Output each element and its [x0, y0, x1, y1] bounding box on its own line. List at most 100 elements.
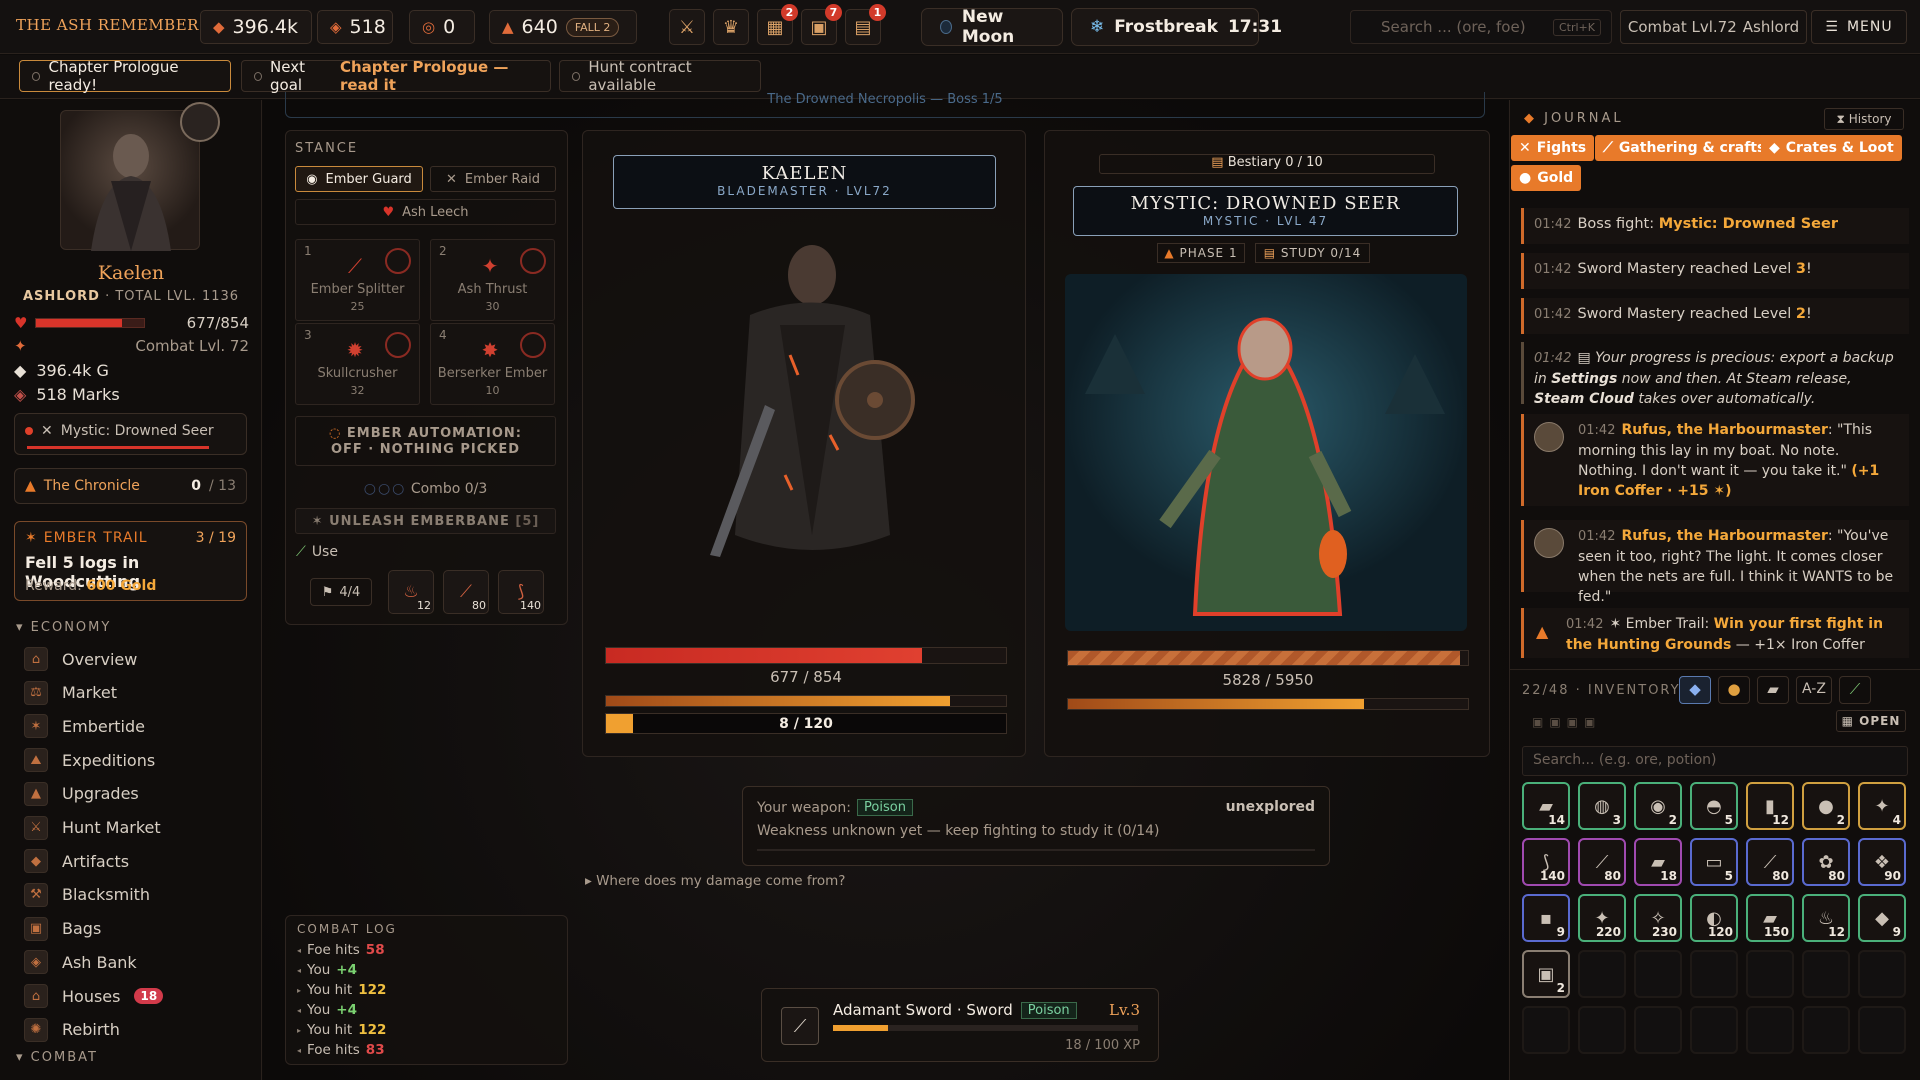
equipped-weapon-card[interactable]: ⟋ Adamant Sword · Sword Poison Lv.3 18 / …	[761, 988, 1159, 1062]
combat-level-chip[interactable]: Combat Lvl.72 Ashlord	[1620, 10, 1807, 44]
economy-header[interactable]: ▾ ECONOMY	[16, 620, 111, 635]
inv-sort-az[interactable]: A-Z	[1796, 676, 1832, 704]
history-button[interactable]: ⧗ History	[1824, 108, 1904, 130]
filter-gold[interactable]: ● Gold	[1511, 165, 1582, 191]
gold-stat[interactable]: ◆ 396.4k	[200, 10, 312, 44]
menu-button[interactable]: ☰ MENU	[1811, 10, 1907, 44]
inventory-slot[interactable]: ▰ 14	[1522, 782, 1570, 830]
ember-automation-toggle[interactable]: ◌ EMBER AUTOMATION: OFF · NOTHING PICKED	[295, 416, 556, 466]
sidebar-item-houses[interactable]: ⌂ Houses 18	[24, 981, 164, 1011]
inventory-slot[interactable]: ✧ 230	[1634, 894, 1682, 942]
inventory-slot[interactable]: ● 2	[1802, 782, 1850, 830]
chronicle-card[interactable]: ▲ The Chronicle 0 / 13	[14, 468, 247, 504]
marks-stat[interactable]: ◈ 518	[317, 10, 393, 44]
empty-inventory-slot[interactable]	[1522, 1006, 1570, 1054]
weather-button[interactable]: ❄ Frostbreak 17:31	[1071, 8, 1282, 46]
inventory-slot[interactable]: ◍ 3	[1578, 782, 1626, 830]
unleash-emberbane-button[interactable]: ✶ UNLEASH EMBERBANE [5]	[295, 508, 556, 534]
global-search[interactable]: Search ... (ore, foe) Ctrl+K	[1350, 10, 1612, 44]
inventory-slot[interactable]: ❖ 90	[1858, 838, 1906, 886]
empty-inventory-slot[interactable]	[1802, 950, 1850, 998]
filter-crates[interactable]: ◆ Crates & Loot	[1761, 135, 1902, 161]
combat-header[interactable]: ▾ COMBAT	[16, 1050, 98, 1065]
inventory-slot[interactable]: ◉ 2	[1634, 782, 1682, 830]
inventory-slot[interactable]: ▰ 150	[1746, 894, 1794, 942]
avatar-badge-icon[interactable]	[180, 102, 220, 142]
sidebar-item-rebirth[interactable]: ✺ Rebirth	[24, 1015, 120, 1045]
empty-inventory-slot[interactable]	[1746, 950, 1794, 998]
character-portrait[interactable]	[60, 110, 200, 251]
sidebar-item-overview[interactable]: ⌂ Overview	[24, 644, 137, 674]
inventory-slot[interactable]: ▰ 18	[1634, 838, 1682, 886]
consumable-slot[interactable]: ⟋ 80	[443, 570, 489, 614]
inventory-slot[interactable]: ▣ 2	[1522, 950, 1570, 998]
empty-inventory-slot[interactable]	[1746, 1006, 1794, 1054]
sidebar-item-upgrades[interactable]: ▲ Upgrades	[24, 779, 139, 809]
sidebar-item-market[interactable]: ⚖ Market	[24, 678, 117, 708]
inventory-search[interactable]: Search... (e.g. ore, potion)	[1522, 746, 1908, 776]
inventory-slot[interactable]: ⟋ 80	[1746, 838, 1794, 886]
sidebar-item-expeditions[interactable]: ⛰ Expeditions	[24, 745, 155, 775]
inventory-slot[interactable]: ♨ 12	[1802, 894, 1850, 942]
stance-ember-raid-button[interactable]: ✕ Ember Raid	[430, 166, 556, 192]
damage-source-toggle[interactable]: ▸ Where does my damage come from?	[585, 873, 845, 889]
empty-inventory-slot[interactable]	[1578, 950, 1626, 998]
inventory-slot[interactable]: ◐ 120	[1690, 894, 1738, 942]
skill-slot[interactable]: 3 ✹ Skullcrusher 32	[295, 323, 420, 405]
inventory-slot[interactable]: ▮ 12	[1746, 782, 1794, 830]
inv-filter-potions[interactable]: ⟋	[1839, 676, 1871, 704]
consumable-slot[interactable]: ♨ 12	[388, 570, 434, 614]
inventory-slot[interactable]: ✿ 80	[1802, 838, 1850, 886]
sidebar-item-bags[interactable]: ▣ Bags	[24, 914, 101, 944]
current-foe-card[interactable]: ✕ Mystic: Drowned Seer	[14, 413, 247, 455]
consumable-slot[interactable]: ⟆ 140	[498, 570, 544, 614]
inventory-slot[interactable]: ⟆ 140	[1522, 838, 1570, 886]
ember-trail-card[interactable]: ✶ EMBER TRAIL 3 / 19 Fell 5 logs in Woodc…	[14, 521, 247, 601]
inventory-slot[interactable]: ▪ 9	[1522, 894, 1570, 942]
inventory-slot[interactable]: ⟋ 80	[1578, 838, 1626, 886]
skill-slot[interactable]: 2 ✦ Ash Thrust 30	[430, 239, 555, 321]
sidebar-item-embertide[interactable]: ✶ Embertide	[24, 711, 145, 741]
filter-gathering[interactable]: ⟋ Gathering & crafts	[1595, 135, 1774, 161]
empty-inventory-slot[interactable]	[1802, 1006, 1850, 1054]
sword-icon-button[interactable]: ⚔	[669, 9, 705, 45]
entry-highlight: Mystic: Drowned Seer	[1658, 216, 1838, 232]
sidebar-item-artifacts[interactable]: ◆ Artifacts	[24, 846, 129, 876]
bestiary-counter[interactable]: ▤ Bestiary 0 / 10	[1099, 154, 1435, 174]
book-button[interactable]: ▤ 1	[845, 4, 886, 45]
next-goal-chip[interactable]: Next goal Chapter Prologue — read it	[241, 58, 551, 94]
inventory-slot[interactable]: ◓ 5	[1690, 782, 1738, 830]
moon-button[interactable]: New Moon	[921, 7, 1063, 47]
empty-inventory-slot[interactable]	[1690, 1006, 1738, 1054]
inv-filter-gems[interactable]: ◆	[1679, 676, 1711, 704]
crate-button[interactable]: ▦ 2	[757, 4, 798, 45]
inventory-slot[interactable]: ▭ 5	[1690, 838, 1738, 886]
inventory-slot[interactable]: ✦ 220	[1578, 894, 1626, 942]
ash-leech-button[interactable]: ♥ Ash Leech	[295, 199, 556, 225]
skill-slot[interactable]: 1 ⟋ Ember Splitter 25	[295, 239, 420, 321]
sidebar-item-blacksmith[interactable]: ⚒ Blacksmith	[24, 880, 150, 910]
skill-slot[interactable]: 4 ✸ Berserker Ember 10	[430, 323, 555, 405]
inv-filter-materials[interactable]: ▰	[1757, 676, 1789, 704]
sidebar-item-hunt-market[interactable]: ⚔ Hunt Market	[24, 813, 161, 843]
chapter-ready-chip[interactable]: Chapter Prologue ready!	[19, 58, 231, 94]
stance-ember-guard-button[interactable]: ◉ Ember Guard	[295, 166, 423, 192]
inventory-slot[interactable]: ◆ 9	[1858, 894, 1906, 942]
empty-inventory-slot[interactable]	[1634, 1006, 1682, 1054]
embers-stat[interactable]: ▲ 640 FALL 2	[489, 10, 637, 44]
trophy-button[interactable]: ♛	[713, 9, 749, 45]
filter-fights[interactable]: ✕ Fights	[1511, 135, 1595, 161]
empty-inventory-slot[interactable]	[1578, 1006, 1626, 1054]
open-crates-button[interactable]: ▦ OPEN	[1836, 710, 1906, 732]
empty-inventory-slot[interactable]	[1690, 950, 1738, 998]
empty-inventory-slot[interactable]	[1858, 950, 1906, 998]
empty-inventory-slot[interactable]	[1858, 1006, 1906, 1054]
empty-inventory-slot[interactable]	[1634, 950, 1682, 998]
sidebar-item-ash-bank[interactable]: ◈ Ash Bank	[24, 947, 137, 977]
chest-button[interactable]: ▣ 7	[801, 4, 842, 45]
potion-charges[interactable]: ⚑ 4/4	[310, 578, 372, 606]
inventory-slot[interactable]: ✦ 4	[1858, 782, 1906, 830]
coins-stat[interactable]: ◎ 0	[409, 10, 475, 44]
hunt-contract-chip[interactable]: Hunt contract available	[559, 58, 761, 94]
inv-filter-gold[interactable]: ●	[1718, 676, 1750, 704]
